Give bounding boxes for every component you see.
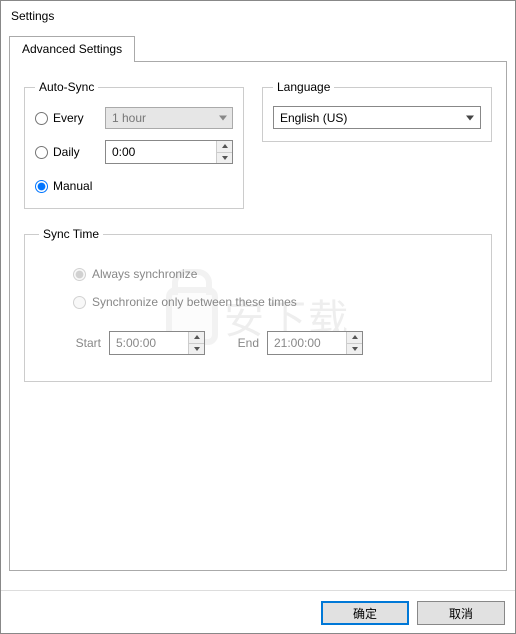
spin-up-icon[interactable]	[217, 141, 232, 153]
spin-up-icon[interactable]	[347, 332, 362, 344]
synctime-always-label: Always synchronize	[92, 267, 197, 281]
synctime-start-value: 5:00:00	[110, 332, 188, 354]
autosync-daily-value: 0:00	[106, 141, 216, 163]
autosync-daily-label: Daily	[53, 145, 80, 159]
synctime-between-radio	[73, 296, 86, 309]
chevron-down-icon	[219, 116, 227, 121]
language-fieldset: Language English (US)	[262, 80, 492, 142]
separator	[1, 590, 515, 591]
language-select[interactable]: English (US)	[273, 106, 481, 129]
autosync-daily-radio[interactable]: Daily	[35, 145, 105, 159]
autosync-every-combo[interactable]: 1 hour	[105, 107, 233, 129]
tab-advanced-settings[interactable]: Advanced Settings	[9, 36, 135, 62]
language-value: English (US)	[280, 111, 347, 125]
tab-panel: 安下载 Auto-Sync Every 1 hour	[9, 61, 507, 571]
spin-down-icon[interactable]	[217, 153, 232, 164]
synctime-legend: Sync Time	[39, 227, 103, 241]
ok-button[interactable]: 确定	[321, 601, 409, 625]
window-title: Settings	[1, 1, 515, 29]
spin-up-icon[interactable]	[189, 332, 204, 344]
autosync-every-label: Every	[53, 111, 84, 125]
cancel-button[interactable]: 取消	[417, 601, 505, 625]
autosync-legend: Auto-Sync	[35, 80, 98, 94]
autosync-manual-radio[interactable]: Manual	[35, 179, 105, 193]
spin-down-icon[interactable]	[347, 344, 362, 355]
autosync-every-value: 1 hour	[112, 111, 146, 125]
synctime-fieldset: Sync Time Always synchronize Synchronize…	[24, 227, 492, 382]
synctime-start-input[interactable]: 5:00:00	[109, 331, 205, 355]
synctime-end-value: 21:00:00	[268, 332, 346, 354]
autosync-fieldset: Auto-Sync Every 1 hour	[24, 80, 244, 209]
synctime-end-input[interactable]: 21:00:00	[267, 331, 363, 355]
synctime-end-label: End	[229, 336, 259, 350]
language-legend: Language	[273, 80, 334, 94]
synctime-start-label: Start	[55, 336, 101, 350]
autosync-manual-label: Manual	[53, 179, 92, 193]
synctime-between-label: Synchronize only between these times	[92, 295, 297, 309]
spin-down-icon[interactable]	[189, 344, 204, 355]
autosync-daily-time[interactable]: 0:00	[105, 140, 233, 164]
synctime-always-radio	[73, 268, 86, 281]
chevron-down-icon	[466, 115, 474, 120]
autosync-every-radio[interactable]: Every	[35, 111, 105, 125]
